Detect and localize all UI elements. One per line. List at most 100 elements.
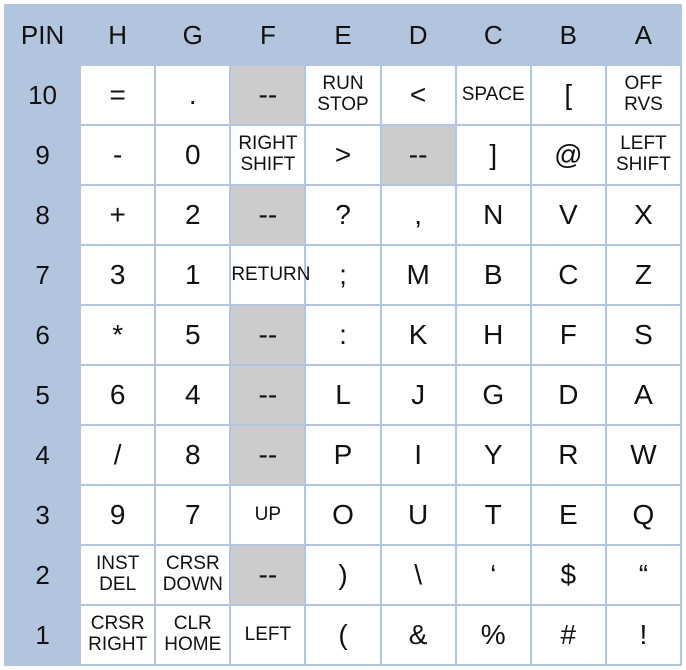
matrix-cell: V xyxy=(531,185,606,245)
matrix-cell: -- xyxy=(230,305,305,365)
col-header-e: E xyxy=(305,5,380,65)
matrix-cell: LEFTSHIFT xyxy=(606,125,681,185)
matrix-cell: , xyxy=(381,185,456,245)
table-row: 10=.--RUNSTOP<SPACE[OFFRVS xyxy=(5,65,681,125)
matrix-cell: UP xyxy=(230,485,305,545)
matrix-cell: H xyxy=(456,305,531,365)
matrix-cell: ; xyxy=(305,245,380,305)
matrix-cell: R xyxy=(531,425,606,485)
matrix-cell: U xyxy=(381,485,456,545)
table-row: 564--LJGDA xyxy=(5,365,681,425)
matrix-cell: - xyxy=(80,125,155,185)
matrix-cell: RIGHTSHIFT xyxy=(230,125,305,185)
row-header-pin: 3 xyxy=(5,485,80,545)
table-row: 6*5--:KHFS xyxy=(5,305,681,365)
matrix-cell: ) xyxy=(305,545,380,605)
matrix-cell: > xyxy=(305,125,380,185)
matrix-cell: CRSRDOWN xyxy=(155,545,230,605)
matrix-cell: J xyxy=(381,365,456,425)
table-row: 2INSTDELCRSRDOWN--)\‘$“ xyxy=(5,545,681,605)
matrix-cell: O xyxy=(305,485,380,545)
matrix-cell: % xyxy=(456,605,531,665)
row-header-pin: 6 xyxy=(5,305,80,365)
matrix-cell: ‘ xyxy=(456,545,531,605)
matrix-cell: = xyxy=(80,65,155,125)
header-row: PIN H G F E D C B A xyxy=(5,5,681,65)
matrix-cell: CRSRRIGHT xyxy=(80,605,155,665)
matrix-cell: Z xyxy=(606,245,681,305)
matrix-cell: X xyxy=(606,185,681,245)
matrix-cell: . xyxy=(155,65,230,125)
matrix-cell: -- xyxy=(381,125,456,185)
matrix-cell: RETURN xyxy=(230,245,305,305)
matrix-cell: 4 xyxy=(155,365,230,425)
matrix-cell: : xyxy=(305,305,380,365)
matrix-cell: OFFRVS xyxy=(606,65,681,125)
matrix-cell: G xyxy=(456,365,531,425)
matrix-cell: [ xyxy=(531,65,606,125)
matrix-cell: P xyxy=(305,425,380,485)
table-row: 1CRSRRIGHTCLRHOMELEFT(&%#! xyxy=(5,605,681,665)
matrix-cell: M xyxy=(381,245,456,305)
matrix-cell: Q xyxy=(606,485,681,545)
matrix-cell: * xyxy=(80,305,155,365)
matrix-cell: B xyxy=(456,245,531,305)
row-header-pin: 8 xyxy=(5,185,80,245)
matrix-cell: $ xyxy=(531,545,606,605)
matrix-cell: 2 xyxy=(155,185,230,245)
table-row: 9-0RIGHTSHIFT>--]@LEFTSHIFT xyxy=(5,125,681,185)
matrix-cell: C xyxy=(531,245,606,305)
matrix-cell: -- xyxy=(230,545,305,605)
row-header-pin: 9 xyxy=(5,125,80,185)
matrix-cell: 7 xyxy=(155,485,230,545)
matrix-cell: 6 xyxy=(80,365,155,425)
matrix-cell: -- xyxy=(230,65,305,125)
matrix-cell: Y xyxy=(456,425,531,485)
matrix-cell: 1 xyxy=(155,245,230,305)
matrix-cell: # xyxy=(531,605,606,665)
matrix-cell: 9 xyxy=(80,485,155,545)
col-header-g: G xyxy=(155,5,230,65)
matrix-cell: S xyxy=(606,305,681,365)
row-header-pin: 7 xyxy=(5,245,80,305)
table-body: 10=.--RUNSTOP<SPACE[OFFRVS9-0RIGHTSHIFT>… xyxy=(5,65,681,665)
matrix-cell: 5 xyxy=(155,305,230,365)
matrix-cell: D xyxy=(531,365,606,425)
col-header-a: A xyxy=(606,5,681,65)
keyboard-pin-matrix-table: PIN H G F E D C B A 10=.--RUNSTOP<SPACE[… xyxy=(4,4,682,666)
matrix-cell: K xyxy=(381,305,456,365)
col-header-c: C xyxy=(456,5,531,65)
matrix-cell: 3 xyxy=(80,245,155,305)
matrix-cell: ? xyxy=(305,185,380,245)
matrix-cell: -- xyxy=(230,185,305,245)
table-row: 8+2--?,NVX xyxy=(5,185,681,245)
matrix-cell: < xyxy=(381,65,456,125)
matrix-cell: SPACE xyxy=(456,65,531,125)
matrix-cell: T xyxy=(456,485,531,545)
matrix-cell: / xyxy=(80,425,155,485)
row-header-pin: 2 xyxy=(5,545,80,605)
matrix-cell: + xyxy=(80,185,155,245)
matrix-cell: W xyxy=(606,425,681,485)
matrix-cell: L xyxy=(305,365,380,425)
row-header-pin: 10 xyxy=(5,65,80,125)
matrix-cell: -- xyxy=(230,365,305,425)
matrix-cell: “ xyxy=(606,545,681,605)
matrix-cell: ! xyxy=(606,605,681,665)
col-header-d: D xyxy=(381,5,456,65)
matrix-cell: 0 xyxy=(155,125,230,185)
matrix-cell: F xyxy=(531,305,606,365)
matrix-cell: I xyxy=(381,425,456,485)
matrix-cell: ( xyxy=(305,605,380,665)
matrix-cell: -- xyxy=(230,425,305,485)
matrix-cell: E xyxy=(531,485,606,545)
matrix-cell: N xyxy=(456,185,531,245)
matrix-cell: \ xyxy=(381,545,456,605)
col-header-f: F xyxy=(230,5,305,65)
table-row: 731RETURN;MBCZ xyxy=(5,245,681,305)
matrix-cell: A xyxy=(606,365,681,425)
col-header-h: H xyxy=(80,5,155,65)
matrix-cell: INSTDEL xyxy=(80,545,155,605)
row-header-pin: 4 xyxy=(5,425,80,485)
matrix-cell: RUNSTOP xyxy=(305,65,380,125)
